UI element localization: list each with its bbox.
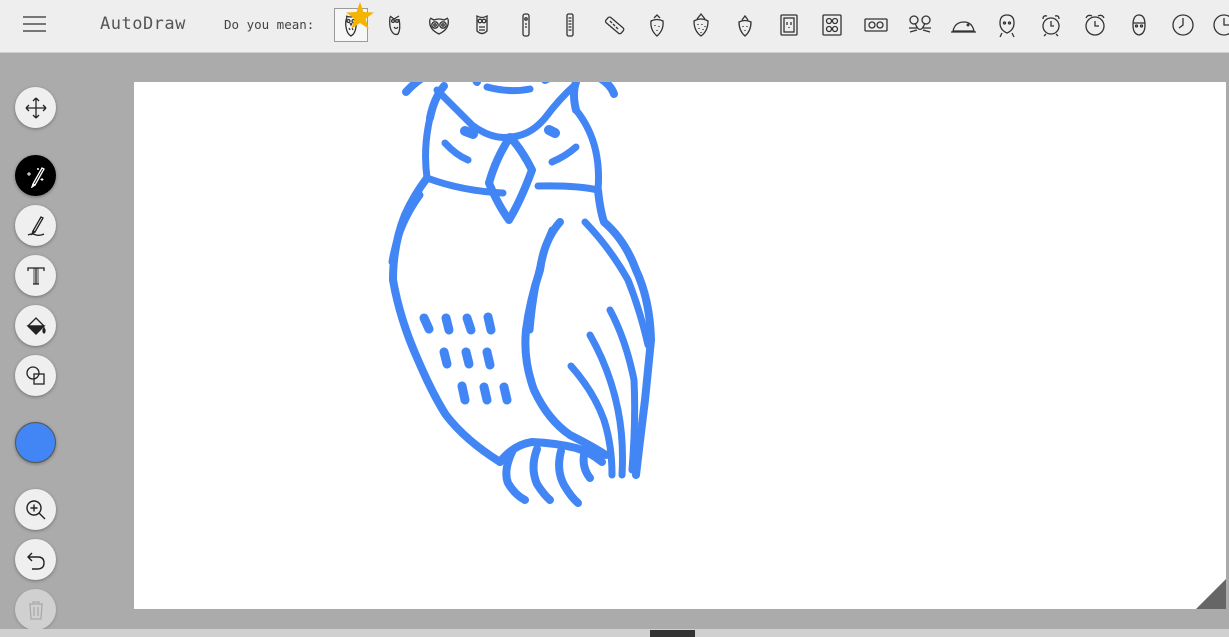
suggestion-mouse-2[interactable]: [946, 8, 980, 42]
fill-tool[interactable]: [15, 305, 56, 346]
undo-tool[interactable]: [15, 539, 56, 580]
delete-tool[interactable]: [15, 589, 56, 630]
owl-icon: [429, 17, 449, 35]
suggestion-owl-2[interactable]: [378, 8, 412, 42]
owl-icon: [389, 15, 401, 36]
pencil-icon: [27, 215, 44, 236]
autodraw-pencil-icon: [26, 166, 45, 188]
suggestion-remote-1[interactable]: [509, 8, 543, 42]
suggestion-owl-1[interactable]: [334, 2, 374, 42]
bottom-bar: [0, 629, 1229, 637]
owl-drawing: [388, 82, 655, 507]
suggestion-mouse-1[interactable]: [903, 8, 937, 42]
zoom-tool[interactable]: [15, 489, 56, 530]
strawberry-icon: [693, 12, 709, 37]
autodraw-tool[interactable]: [15, 155, 56, 196]
strawberry-icon: [650, 14, 664, 37]
suggestion-owl-3[interactable]: [422, 8, 456, 42]
paint-bucket-icon: [25, 316, 46, 335]
undo-icon: [26, 552, 45, 570]
remote-icon: [566, 13, 574, 37]
shape-tool[interactable]: [15, 355, 56, 396]
color-picker[interactable]: [15, 422, 56, 463]
suggestion-alarm-clock-2[interactable]: [1078, 8, 1112, 42]
clock-icon: [1172, 14, 1194, 36]
suggestion-remote-3[interactable]: [597, 8, 631, 42]
suggestion-strawberry-1[interactable]: [640, 8, 674, 42]
suggestion-remote-2[interactable]: [553, 8, 587, 42]
star-icon: [346, 2, 374, 29]
suggestion-strawberry-2[interactable]: [684, 8, 718, 42]
move-tool[interactable]: [15, 87, 56, 128]
remote-icon: [522, 13, 530, 37]
top-bar: AutoDraw Do you mean:: [0, 0, 1229, 53]
outlet-icon: [864, 18, 888, 32]
suggestion-face-2[interactable]: [1122, 8, 1156, 42]
suggestion-strawberry-3[interactable]: [728, 8, 762, 42]
mouse-icon: [909, 15, 931, 33]
menu-icon[interactable]: [23, 14, 47, 36]
suggestion-clock-2[interactable]: [1207, 8, 1229, 42]
shapes-icon: [25, 365, 45, 385]
drawing-canvas[interactable]: [134, 82, 1226, 609]
text-icon: [26, 266, 45, 285]
alarm-clock-icon: [1042, 15, 1060, 37]
move-icon: [25, 97, 46, 118]
suggestion-prompt: Do you mean:: [224, 17, 315, 32]
face-icon: [1132, 14, 1146, 36]
zoom-icon: [25, 499, 45, 519]
face-icon: [999, 14, 1015, 38]
suggestion-outlet-1[interactable]: [772, 8, 806, 42]
suggestion-outlet-3[interactable]: [859, 8, 893, 42]
strawberry-icon: [738, 14, 752, 37]
draw-tool[interactable]: [15, 205, 56, 246]
app-title: AutoDraw: [100, 14, 186, 34]
outlet-icon: [780, 14, 798, 36]
mouse-icon: [951, 21, 976, 33]
remote-icon: [604, 16, 625, 35]
suggestion-outlet-2[interactable]: [815, 8, 849, 42]
outlet-icon: [822, 14, 842, 36]
suggestion-owl-4[interactable]: [465, 8, 499, 42]
suggestion-clock-1[interactable]: [1166, 8, 1200, 42]
owl-icon: [476, 14, 488, 35]
suggestion-alarm-clock-1[interactable]: [1034, 8, 1068, 42]
type-tool[interactable]: [15, 255, 56, 296]
canvas-resize-handle[interactable]: [1196, 579, 1226, 609]
bottom-drawer-handle[interactable]: [650, 630, 695, 637]
clock-icon: [1213, 14, 1229, 36]
trash-icon: [28, 600, 43, 620]
alarm-clock-icon: [1085, 14, 1105, 36]
suggestion-face-1[interactable]: [990, 8, 1024, 42]
